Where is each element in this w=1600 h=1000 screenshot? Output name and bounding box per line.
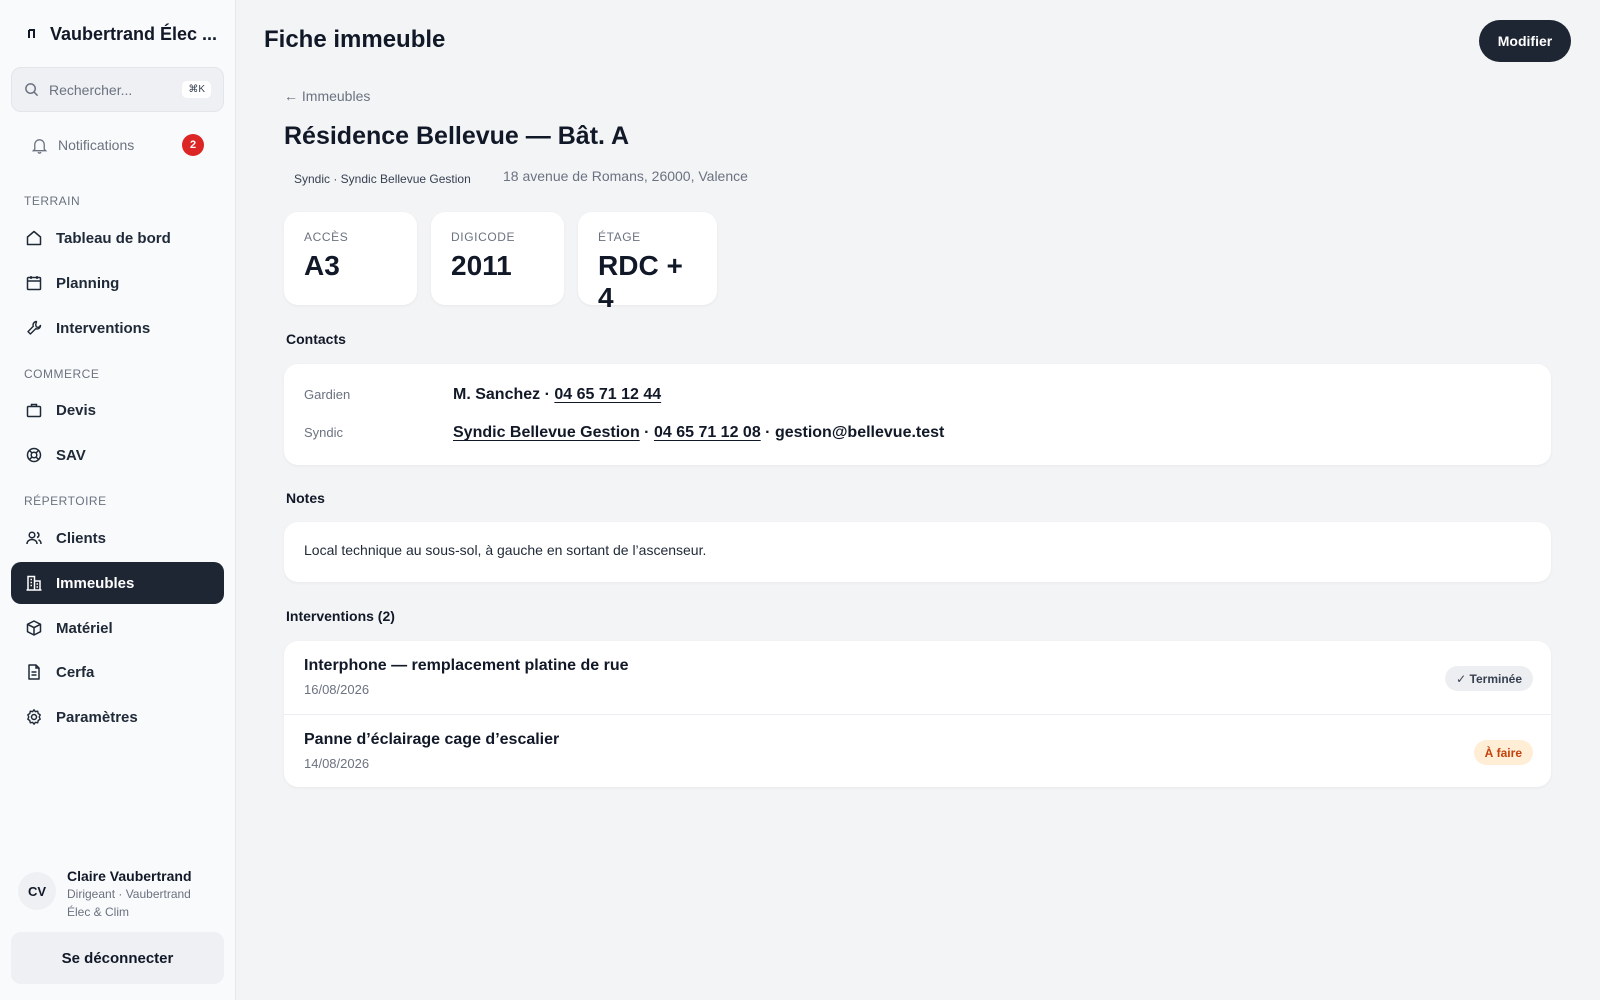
lifebuoy-icon: [26, 447, 42, 463]
edit-button[interactable]: Modifier: [1479, 20, 1571, 62]
document-icon: [28, 664, 40, 680]
wrench-icon: [27, 320, 42, 335]
user-name: Claire Vaubertrand: [67, 868, 192, 884]
back-link[interactable]: ← Immeubles: [284, 88, 370, 104]
separator: ·: [760, 424, 775, 441]
contacts-title: Contacts: [286, 331, 346, 347]
section-repertoire: RÉPERTOIRE: [24, 494, 107, 508]
contact-label: Gardien: [304, 387, 351, 402]
interventions-title: Interventions (2): [286, 608, 395, 624]
user-role: Dirigeant · Vaubertrand Élec & Clim: [67, 887, 191, 919]
syndic-email[interactable]: gestion@bellevue.test: [775, 424, 944, 441]
notifications-count-badge: 2: [182, 134, 204, 156]
sidebar-item-label: SAV: [56, 446, 86, 464]
contact-value: Syndic Bellevue Gestion · 04 65 71 12 08…: [453, 424, 944, 442]
section-commerce: COMMERCE: [24, 367, 100, 381]
separator: ·: [540, 386, 555, 403]
notes-text: Local technique au sous-sol, à gauche en…: [304, 542, 707, 558]
brand[interactable]: Vaubertrand Élec ...: [26, 22, 217, 46]
syndic-chip: Syndic · Syndic Bellevue Gestion: [284, 166, 481, 192]
sidebar-item-label: Devis: [56, 401, 97, 419]
stat-label: ACCÈS: [304, 230, 349, 244]
bell-icon: [31, 138, 48, 154]
sidebar-item-label: Cerfa: [56, 663, 95, 681]
notes-title: Notes: [286, 490, 325, 506]
search-icon: [25, 83, 39, 97]
notes-card: Local technique au sous-sol, à gauche en…: [284, 522, 1551, 582]
sidebar: Vaubertrand Élec ... ⌘K Notifications 2 …: [0, 0, 236, 1000]
building-address: 18 avenue de Romans, 26000, Valence: [503, 168, 748, 184]
notifications-label: Notifications: [58, 137, 135, 153]
intervention-title: Panne d’éclairage cage d’escalier: [304, 731, 560, 748]
contact-label: Syndic: [304, 425, 344, 440]
sidebar-item-label: Interventions: [56, 319, 151, 337]
contact-value: M. Sanchez · 04 65 71 12 44: [453, 386, 661, 404]
sidebar-item-label: Tableau de bord: [56, 229, 171, 247]
stat-card-digicode: DIGICODE 2011: [431, 212, 564, 305]
stat-card-acces: ACCÈS A3: [284, 212, 417, 305]
home-icon: [26, 230, 42, 246]
contact-row-syndic: Syndic Syndic Bellevue Gestion · 04 65 7…: [304, 424, 944, 442]
stat-label: ÉTAGE: [598, 230, 641, 244]
intervention-row[interactable]: Interphone — remplacement platine de rue…: [284, 641, 1551, 713]
search-box[interactable]: ⌘K: [11, 67, 224, 112]
intervention-date: 14/08/2026: [304, 756, 370, 771]
users-icon: [26, 531, 42, 545]
syndic-name-link[interactable]: Syndic Bellevue Gestion: [453, 424, 640, 441]
logout-button[interactable]: Se déconnecter: [11, 932, 224, 984]
gear-icon: [27, 709, 41, 725]
section-terrain: TERRAIN: [24, 194, 81, 208]
intervention-title: Interphone — remplacement platine de rue: [304, 657, 629, 674]
box-icon: [26, 620, 42, 636]
sidebar-item-label: Planning: [56, 274, 120, 292]
building-icon: [26, 575, 42, 591]
contacts-card: Gardien M. Sanchez · 04 65 71 12 44 Synd…: [284, 364, 1551, 465]
user-profile[interactable]: CV Claire Vaubertrand Dirigeant · Vauber…: [18, 868, 228, 924]
gardien-name: M. Sanchez: [453, 386, 541, 403]
sidebar-item-clients[interactable]: Clients: [11, 517, 224, 559]
user-info: Claire Vaubertrand Dirigeant · Vaubertra…: [67, 868, 207, 921]
sidebar-item-parametres[interactable]: Paramètres: [11, 696, 224, 738]
contact-row-gardien: Gardien M. Sanchez · 04 65 71 12 44: [304, 386, 661, 404]
intervention-date: 16/08/2026: [304, 682, 370, 697]
sidebar-item-label: Paramètres: [56, 708, 138, 726]
sidebar-item-label: Immeubles: [56, 574, 135, 592]
status-badge: ✓ Terminée: [1445, 666, 1533, 691]
sidebar-item-label: Clients: [56, 529, 107, 547]
sidebar-item-materiel[interactable]: Matériel: [11, 607, 224, 649]
page-title: Fiche immeuble: [264, 26, 446, 53]
stat-label: DIGICODE: [451, 230, 516, 244]
logo-icon: [28, 29, 35, 38]
sidebar-item-interventions[interactable]: Interventions: [11, 307, 224, 349]
sidebar-item-planning[interactable]: Planning: [11, 262, 224, 304]
stat-value: RDC + 4: [598, 250, 683, 313]
gardien-phone-link[interactable]: 04 65 71 12 44: [554, 386, 661, 403]
stat-value: A3: [304, 250, 340, 281]
building-title: Résidence Bellevue — Bât. A: [284, 122, 630, 150]
sidebar-item-tableau-de-bord[interactable]: Tableau de bord: [11, 217, 224, 259]
intervention-row[interactable]: Panne d’éclairage cage d’escalier 14/08/…: [284, 714, 1551, 786]
calendar-icon: [26, 276, 42, 291]
notifications-link[interactable]: Notifications 2: [11, 125, 224, 165]
sidebar-item-devis[interactable]: Devis: [11, 389, 224, 431]
separator: ·: [639, 424, 654, 441]
interventions-card: Interphone — remplacement platine de rue…: [284, 641, 1551, 787]
search-shortcut: ⌘K: [182, 81, 211, 98]
syndic-phone-link[interactable]: 04 65 71 12 08: [654, 424, 761, 441]
search-input[interactable]: [49, 81, 179, 98]
sidebar-item-immeubles[interactable]: Immeubles: [11, 562, 224, 604]
stat-value: 2011: [451, 250, 512, 281]
brand-name: Vaubertrand Élec ...: [50, 23, 218, 44]
status-badge: À faire: [1473, 740, 1533, 765]
sidebar-item-cerfa[interactable]: Cerfa: [11, 651, 224, 693]
briefcase-icon: [26, 403, 42, 418]
sidebar-item-sav[interactable]: SAV: [11, 434, 224, 476]
sidebar-item-label: Matériel: [56, 619, 113, 637]
stat-card-etage: ÉTAGE RDC + 4: [578, 212, 717, 313]
avatar: CV: [18, 872, 56, 910]
